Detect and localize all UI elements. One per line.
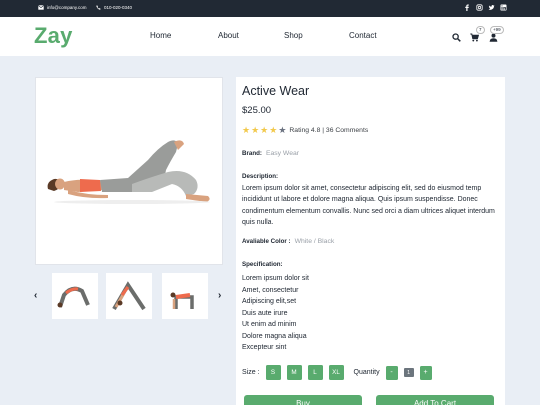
size-button-m[interactable]: M xyxy=(286,365,302,380)
product-price: $25.00 xyxy=(242,105,272,116)
star-icon: ★ xyxy=(269,125,278,135)
spec-item: Excepteur sint xyxy=(242,344,287,351)
brand-logo[interactable]: Zay xyxy=(34,23,73,49)
spec-list: Lorem ipsum dolor sit Amet, consectetur … xyxy=(242,273,309,354)
facebook-icon[interactable] xyxy=(464,4,470,11)
add-to-cart-button[interactable]: Add To Cart xyxy=(376,395,494,405)
spec-item: Amet, consectetur xyxy=(242,286,299,294)
color-label: Avaliable Color : xyxy=(242,238,291,245)
nav-link-home[interactable]: Home xyxy=(150,31,171,40)
quantity-increase-button[interactable]: + xyxy=(419,365,432,380)
spec-item: Adipiscing elit,set xyxy=(242,298,297,305)
nav-link-shop[interactable]: Shop xyxy=(284,31,303,40)
bridge-pose-image xyxy=(57,286,90,308)
spec-item: Ut enim ad minim xyxy=(242,321,297,328)
user-count-badge: +99 xyxy=(490,26,504,34)
spec-item: Dolore magna aliqua xyxy=(242,332,307,340)
linkedin-icon[interactable] xyxy=(500,4,507,11)
main-navbar: Zay Home About Shop Contact 7 +99 xyxy=(0,17,540,56)
size-button-l[interactable]: L xyxy=(307,365,323,380)
phone-icon xyxy=(96,5,101,10)
description-text: Lorem ipsum dolor sit amet, consectetur … xyxy=(242,185,495,226)
main-product-image xyxy=(35,77,223,265)
star-icon: ★ xyxy=(260,125,269,135)
product-title: Active Wear xyxy=(242,84,310,98)
envelope-icon xyxy=(38,5,44,10)
email-contact[interactable]: info@company.com xyxy=(38,5,87,10)
phone-contact[interactable]: 010-020-0340 xyxy=(96,5,132,10)
product-rating: ★ ★ ★ ★ ★ Rating 4.8 | 36 Comments xyxy=(242,126,368,135)
email-text[interactable]: info@company.com xyxy=(47,5,87,10)
phone-text[interactable]: 010-020-0340 xyxy=(104,5,132,10)
gallery-next-arrow[interactable]: › xyxy=(218,290,221,301)
twitter-icon[interactable] xyxy=(488,4,495,11)
size-quantity-row: Size : S M L XL Quantity - 1 + xyxy=(242,365,432,380)
instagram-icon[interactable] xyxy=(476,4,483,11)
gallery-prev-arrow[interactable]: ‹ xyxy=(34,290,37,301)
spec-item: Duis aute irure xyxy=(242,309,288,317)
star-empty-icon: ★ xyxy=(278,125,287,135)
quantity-label: Quantity xyxy=(353,369,380,376)
color-row: Avaliable Color : White / Black xyxy=(242,238,334,245)
cart-count-badge: 7 xyxy=(476,26,485,34)
size-label: Size : xyxy=(242,369,260,376)
brand-value: Easy Wear xyxy=(265,150,300,157)
kneeling-pose-image xyxy=(170,292,194,309)
product-info-card: Active Wear $25.00 ★ ★ ★ ★ ★ Rating 4.8 … xyxy=(236,77,505,405)
social-links xyxy=(464,4,507,11)
star-icon: ★ xyxy=(251,125,260,135)
brand-label: Brand: xyxy=(242,150,262,157)
color-value: White / Black xyxy=(294,238,335,245)
brand-row: Brand: Easy Wear xyxy=(242,150,299,157)
thumbnail-3[interactable] xyxy=(162,273,208,319)
rating-text: Rating 4.8 | 36 Comments xyxy=(289,127,369,134)
size-button-xl[interactable]: XL xyxy=(328,365,344,380)
star-icon: ★ xyxy=(242,125,251,135)
quantity-value: 1 xyxy=(403,368,414,377)
downward-dog-image xyxy=(112,281,146,311)
top-bar: info@company.com 010-020-0340 xyxy=(0,0,540,17)
spec-label: Specification: xyxy=(242,261,283,268)
quantity-decrease-button[interactable]: - xyxy=(385,365,398,380)
nav-link-contact[interactable]: Contact xyxy=(349,31,377,40)
woman-lying-image xyxy=(47,140,210,204)
search-icon[interactable] xyxy=(452,29,461,47)
nav-link-about[interactable]: About xyxy=(218,31,239,40)
spec-item: Lorem ipsum dolor sit xyxy=(242,275,309,282)
thumbnail-2[interactable] xyxy=(106,273,152,319)
buy-button[interactable]: Buy xyxy=(244,395,362,405)
thumbnail-1[interactable] xyxy=(52,273,98,319)
description-label: Description: xyxy=(242,173,279,180)
size-button-s[interactable]: S xyxy=(265,365,281,380)
